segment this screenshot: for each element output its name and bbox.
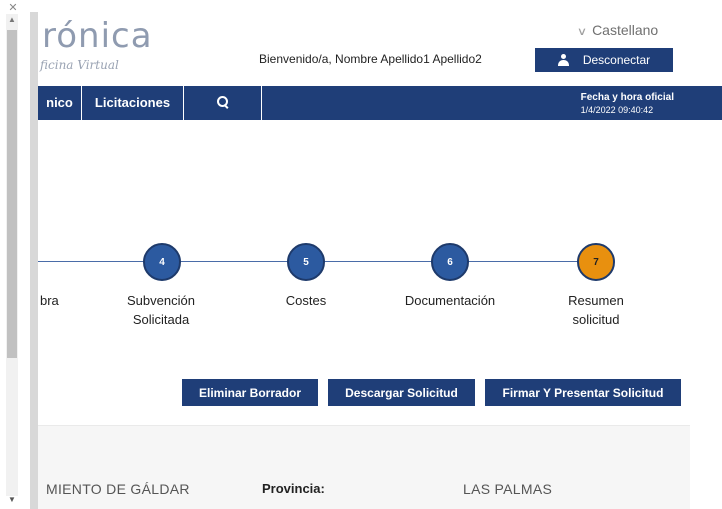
user-icon [557, 54, 569, 66]
province-value: LAS PALMAS [463, 481, 553, 497]
chevron-down-icon: ∨ [576, 26, 588, 38]
step-label-line1: Documentación [404, 293, 496, 308]
step-label-line2: solicitud [572, 312, 620, 327]
step-label-line1: Costes [285, 293, 327, 308]
search-icon [216, 96, 229, 108]
delete-draft-button[interactable]: Eliminar Borrador [182, 379, 318, 406]
step-label-line1: Resumen [568, 293, 624, 308]
language-label: Castellano [592, 22, 659, 38]
close-icon[interactable]: ✕ [7, 2, 19, 14]
download-request-button[interactable]: Descargar Solicitud [328, 379, 475, 406]
step-7-label: Resumen solicitud [546, 291, 646, 329]
step-5-circle[interactable]: 5 [287, 243, 325, 281]
step-label-line2: Solicitada [132, 312, 190, 327]
step-label-text: bra [40, 293, 59, 308]
steps-connector-line [38, 261, 613, 262]
municipality-value: MIENTO DE GÁLDAR [46, 481, 190, 497]
official-datetime: Fecha y hora oficial 1/4/2022 09:40:42 [581, 92, 674, 116]
step-6-circle[interactable]: 6 [431, 243, 469, 281]
step-6-label: Documentación [390, 291, 510, 310]
step-3-label: bra [40, 291, 80, 310]
main-navbar: nico Licitaciones Fecha y hora oficial 1… [38, 86, 722, 120]
logout-label: Desconectar [582, 53, 651, 67]
scrollbar-thumb[interactable] [7, 30, 17, 358]
datetime-label: Fecha y hora oficial [580, 92, 674, 103]
nav-item-partial[interactable]: nico [38, 86, 82, 120]
province-label: Provincia: [262, 481, 325, 496]
vertical-scrollbar[interactable]: ✕ ▲ ▼ [0, 0, 22, 509]
logo: rónica [42, 16, 153, 56]
step-label-line1: Subvención [127, 293, 195, 308]
welcome-message: Bienvenido/a, Nombre Apellido1 Apellido2 [259, 52, 482, 66]
content-scroll-edge [30, 12, 38, 509]
scroll-down-arrow-icon[interactable]: ▼ [7, 494, 17, 506]
step-5-label: Costes [256, 291, 356, 310]
step-4-circle[interactable]: 4 [143, 243, 181, 281]
logo-subtitle: ficina Virtual [40, 58, 119, 72]
datetime-value: 1/4/2022 09:40:42 [580, 105, 654, 115]
step-4-label: Subvención Solicitada [106, 291, 216, 329]
page: ✕ ▲ ▼ rónica ficina Virtual Bienvenido/a… [0, 0, 722, 509]
step-7-circle[interactable]: 7 [577, 243, 615, 281]
nav-item-licitaciones[interactable]: Licitaciones [82, 86, 184, 120]
scroll-up-arrow-icon[interactable]: ▲ [7, 14, 17, 26]
logout-button[interactable]: Desconectar [535, 48, 673, 72]
language-selector[interactable]: ∨ Castellano [576, 22, 659, 38]
sign-submit-button[interactable]: Firmar Y Presentar Solicitud [485, 379, 681, 406]
nav-search-button[interactable] [184, 86, 262, 120]
